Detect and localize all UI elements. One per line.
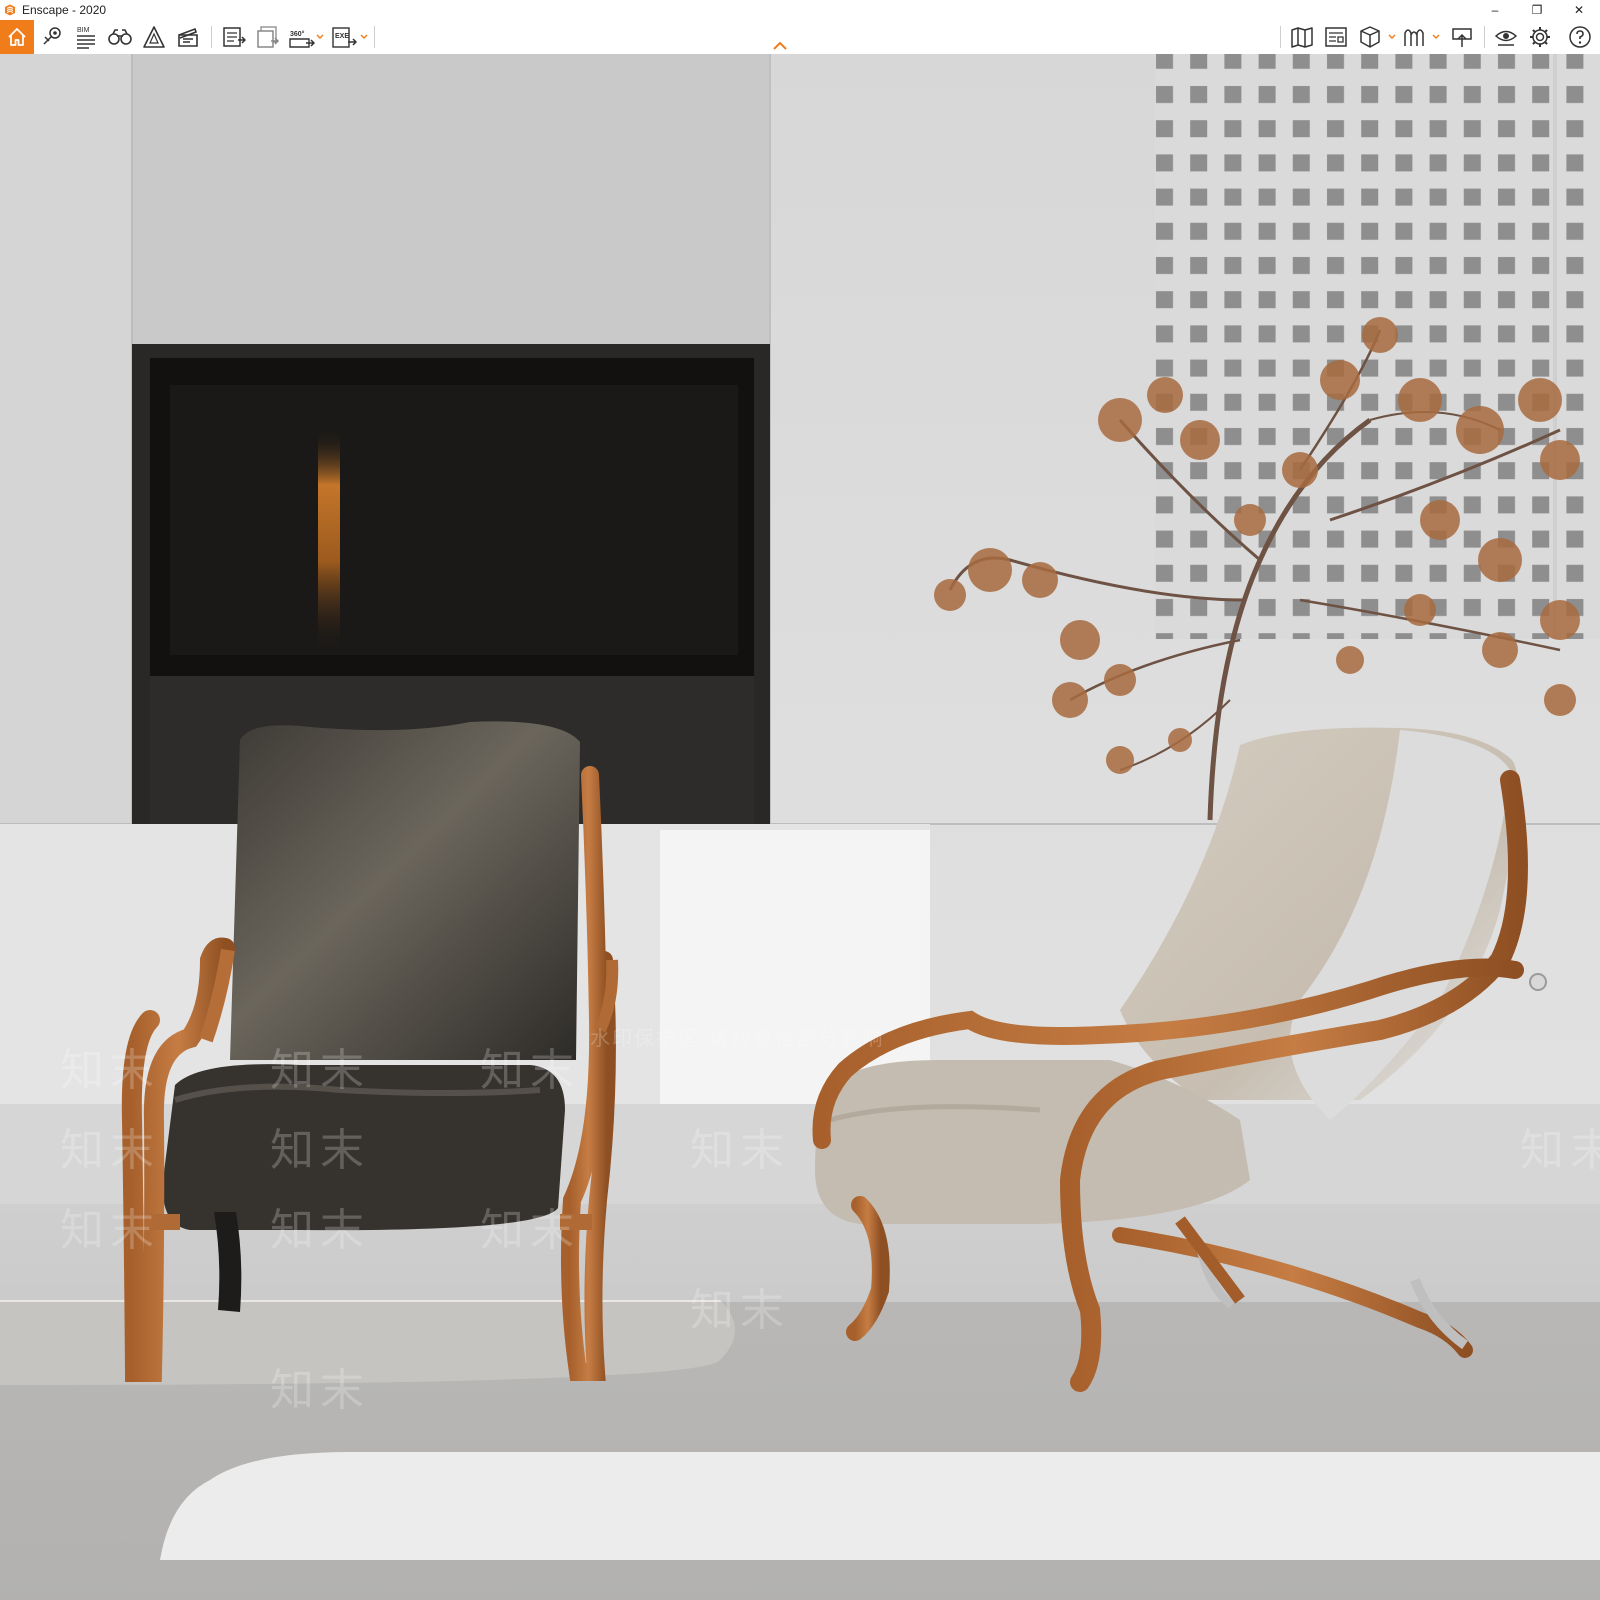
leather-backrest: [230, 721, 580, 1060]
enscape-window: Enscape - 2020 – ❐ ✕ BIM 360° EXE 知末 知末 …: [0, 0, 1600, 1600]
upload-button[interactable]: [1448, 20, 1476, 54]
help-button[interactable]: [1566, 20, 1594, 54]
collapse-toolbar-icon[interactable]: [772, 40, 788, 52]
rendered-scene: [0, 54, 1600, 1600]
enscape-logo-icon: [5, 4, 15, 16]
chevron-down-icon: [1388, 34, 1396, 39]
info-panel-icon: [1325, 27, 1347, 47]
bim-label: BIM: [77, 27, 90, 34]
video-editor-icon: [178, 27, 198, 47]
screenshot-export-icon: [223, 27, 246, 47]
exe-dropdown-button[interactable]: [360, 32, 368, 42]
asset-library-button[interactable]: [140, 20, 168, 54]
bim-button[interactable]: BIM: [72, 20, 100, 54]
info-panel-button[interactable]: [1322, 20, 1350, 54]
wall-panel-left: [0, 54, 132, 824]
home-button[interactable]: [0, 20, 34, 54]
material-editor-button[interactable]: [1356, 20, 1384, 54]
batch-render-button[interactable]: [254, 20, 282, 54]
batch-render-icon: [257, 26, 280, 48]
armrest-cap: [1529, 973, 1547, 991]
upload-icon: [1452, 28, 1472, 47]
material-editor-icon: [1360, 26, 1380, 48]
material-dropdown-button[interactable]: [1388, 32, 1396, 42]
toolbar-separator: [211, 26, 212, 48]
asset-library-right-icon: [1404, 29, 1424, 46]
chevron-down-icon: [316, 34, 324, 39]
close-button[interactable]: ✕: [1558, 0, 1600, 20]
rug-white: [160, 1452, 1600, 1560]
help-icon: [1569, 26, 1591, 48]
restore-button[interactable]: ❐: [1516, 0, 1558, 20]
panorama-dropdown-button[interactable]: [316, 32, 324, 42]
views-icon: [43, 27, 61, 45]
binoculars-button[interactable]: [106, 20, 134, 54]
toolbar-separator: [1280, 26, 1281, 48]
settings-icon: [1530, 27, 1550, 47]
window-controls: – ❐ ✕: [1474, 0, 1600, 20]
standalone-export-icon: EXE: [332, 27, 357, 48]
visual-settings-icon: [1494, 30, 1518, 46]
main-toolbar: BIM 360° EXE: [0, 20, 1600, 55]
fireplace-flame: [318, 430, 340, 650]
video-editor-button[interactable]: [174, 20, 202, 54]
render-viewport[interactable]: 知末 知末 知末 知末 知末 知末 知末 知末 知末 知末 知末 知末 水印保护…: [0, 54, 1600, 1600]
standalone-export-button[interactable]: EXE: [330, 20, 358, 54]
home-icon: [8, 28, 26, 46]
settings-button[interactable]: [1526, 20, 1554, 54]
panorama-export-icon: 360°: [289, 30, 315, 48]
asset-library-icon: [143, 26, 165, 48]
asset-dropdown-button[interactable]: [1432, 32, 1440, 42]
chevron-down-icon: [1432, 34, 1440, 39]
screenshot-export-button[interactable]: [220, 20, 248, 54]
panorama-label: 360°: [290, 30, 305, 38]
map-icon: [1291, 27, 1313, 48]
bim-icon: BIM: [77, 27, 95, 49]
wall-panel-upper: [132, 54, 770, 344]
chevron-down-icon: [360, 34, 368, 39]
visual-settings-button[interactable]: [1492, 20, 1520, 54]
map-button[interactable]: [1288, 20, 1316, 54]
toolbar-separator: [1484, 26, 1485, 48]
toolbar-separator: [374, 26, 375, 48]
views-button[interactable]: [38, 20, 66, 54]
minimize-button[interactable]: –: [1474, 0, 1516, 20]
title-bar: Enscape - 2020 – ❐ ✕: [0, 0, 1600, 20]
window-title: Enscape - 2020: [22, 3, 107, 17]
panorama-export-button[interactable]: 360°: [288, 20, 316, 54]
exe-label: EXE: [335, 33, 349, 40]
binoculars-icon: [108, 29, 132, 45]
asset-library-right-button[interactable]: [1400, 20, 1428, 54]
